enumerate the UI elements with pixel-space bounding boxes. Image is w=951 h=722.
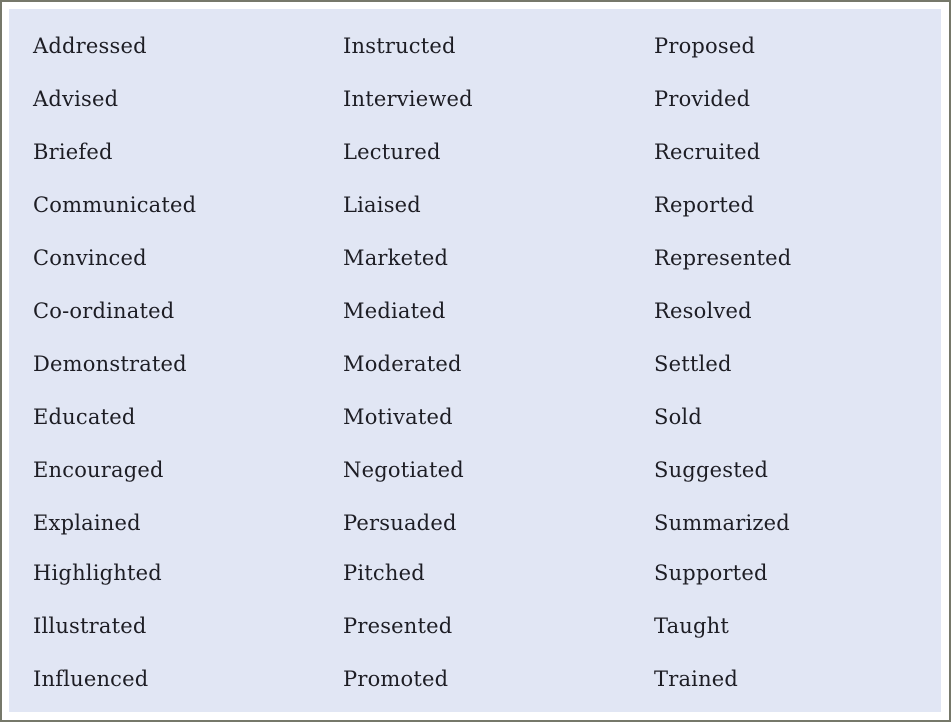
list-item: Illustrated xyxy=(33,614,147,638)
list-item: Mediated xyxy=(343,299,446,323)
list-item: Demonstrated xyxy=(33,352,187,376)
list-item: Interviewed xyxy=(343,87,473,111)
list-item: Instructed xyxy=(343,34,456,58)
list-item: Provided xyxy=(654,87,751,111)
list-item: Promoted xyxy=(343,667,449,691)
list-item: Resolved xyxy=(654,299,752,323)
list-item: Encouraged xyxy=(33,458,164,482)
list-item: Recruited xyxy=(654,140,761,164)
list-item: Moderated xyxy=(343,352,462,376)
list-item: Trained xyxy=(654,667,739,691)
list-item: Supported xyxy=(654,561,768,585)
list-item: Motivated xyxy=(343,405,453,429)
list-item: Communicated xyxy=(33,193,197,217)
list-item: Educated xyxy=(33,405,136,429)
list-item: Convinced xyxy=(33,246,147,270)
list-item: Negotiated xyxy=(343,458,464,482)
list-item: Addressed xyxy=(33,34,147,58)
list-item: Advised xyxy=(33,87,119,111)
list-item: Proposed xyxy=(654,34,756,58)
list-item: Co-ordinated xyxy=(33,299,175,323)
list-item: Marketed xyxy=(343,246,449,270)
word-list-panel: Addressed Advised Briefed Communicated Convi… xyxy=(9,9,941,712)
outer-frame: Addressed Advised Briefed Communicated Convi… xyxy=(0,0,951,722)
list-item: Pitched xyxy=(343,561,425,585)
list-item: Sold xyxy=(654,405,702,429)
list-item: Taught xyxy=(654,614,730,638)
list-item: Lectured xyxy=(343,140,441,164)
list-item: Represented xyxy=(654,246,792,270)
list-item: Liaised xyxy=(343,193,421,217)
list-item: Explained xyxy=(33,511,141,535)
list-item: Influenced xyxy=(33,667,149,691)
list-item: Suggested xyxy=(654,458,769,482)
list-item: Briefed xyxy=(33,140,113,164)
list-item: Highlighted xyxy=(33,561,162,585)
list-item: Presented xyxy=(343,614,453,638)
list-item: Settled xyxy=(654,352,732,376)
list-item: Persuaded xyxy=(343,511,457,535)
list-item: Reported xyxy=(654,193,755,217)
list-item: Summarized xyxy=(654,511,790,535)
